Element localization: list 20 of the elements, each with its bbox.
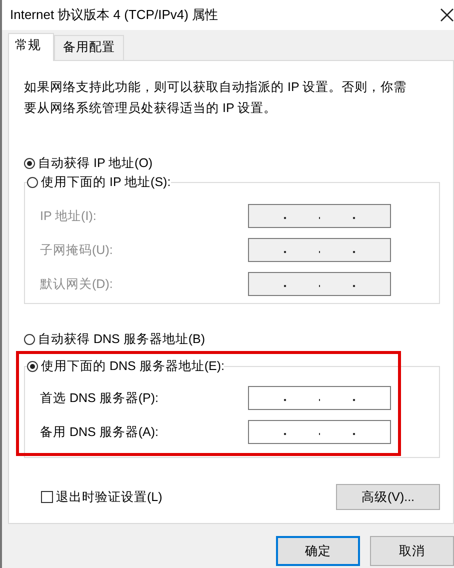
dialog-button[interactable]: 取消: [370, 536, 454, 566]
radio-option[interactable]: 自动获得 IP 地址(O): [24, 154, 153, 172]
radio-option[interactable]: 使用下面的 DNS 服务器地址(E):: [27, 358, 224, 375]
description-text: 如果网络支持此功能，则可以获取自动指派的 IP 设置。否则，你需要从网络系统管理员处获得适当的 IP 设置。: [24, 79, 408, 117]
checkbox-option[interactable]: 退出时验证设置(L): [41, 488, 162, 506]
field-label: IP 地址(I):: [40, 208, 96, 224]
field-label: 子网掩码(U):: [40, 242, 113, 258]
radio-option[interactable]: 自动获得 DNS 服务器地址(B): [24, 330, 205, 348]
field-label: 首选 DNS 服务器(P):: [40, 390, 158, 406]
dialog-button[interactable]: 确定: [276, 536, 360, 566]
tab[interactable]: 备用配置: [54, 35, 124, 60]
ip-address-field[interactable]: [248, 386, 391, 410]
field-label: 默认网关(D):: [40, 276, 113, 292]
field-label: 备用 DNS 服务器(A):: [40, 424, 158, 440]
window-title: Internet 协议版本 4 (TCP/IPv4) 属性: [10, 6, 218, 24]
tab[interactable]: 常规: [8, 33, 54, 61]
close-icon[interactable]: [440, 8, 454, 22]
radio-option[interactable]: 使用下面的 IP 地址(S):: [27, 174, 171, 191]
ip-address-field[interactable]: [248, 420, 391, 444]
advanced-button[interactable]: 高级(V)...: [336, 484, 440, 510]
